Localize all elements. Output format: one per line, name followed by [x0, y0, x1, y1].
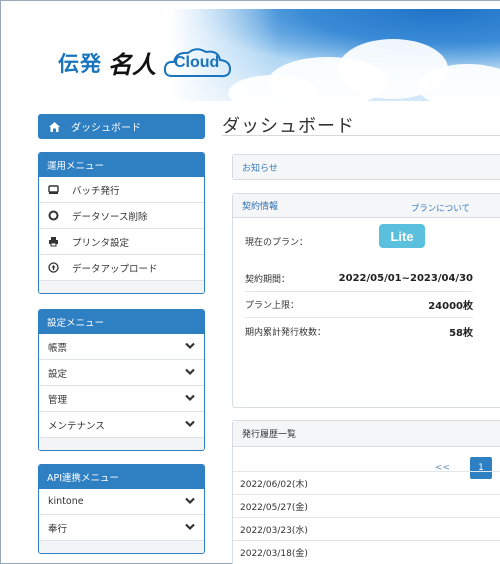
- api-menu-panel: API連携メニュー kintone 奉行: [38, 464, 205, 554]
- contract-period-row: 契約期間： 2022/05/01~2023/04/30: [245, 266, 473, 292]
- notice-title: お知らせ: [233, 155, 500, 179]
- logo-cloud-mark: Cloud: [162, 46, 234, 80]
- issued-count-label: 期内累計発行枚数：: [245, 327, 327, 338]
- sidebar-item-label: データソース削除: [72, 211, 148, 223]
- history-title: 発行履歴一覧: [233, 421, 500, 447]
- sidebar-item-forms[interactable]: 帳票: [39, 334, 204, 360]
- sidebar-item-label: プリンタ設定: [72, 237, 130, 249]
- contract-card: 契約情報 プランについて 現在のプラン： Lite 契約期間： 2022/05/…: [232, 193, 500, 408]
- sidebar-item-label: kintone: [48, 496, 84, 507]
- sidebar-dashboard-button[interactable]: ダッシュボード: [38, 114, 205, 139]
- plan-limit-row: プラン上限： 24000枚: [245, 292, 473, 318]
- history-list: 2022/06/02(木) 2022/05/27(金) 2022/03/23(水…: [233, 471, 500, 563]
- sidebar-item-label: データアップロード: [72, 263, 158, 275]
- logo-den-text: 伝発: [58, 51, 102, 76]
- list-item[interactable]: 2022/03/23(水): [233, 517, 500, 540]
- logo-cloud-text: Cloud: [174, 53, 220, 71]
- operation-menu-panel: 運用メニュー バッチ発行 データソース削除 プリンタ設定 データアップロード: [38, 152, 205, 294]
- contract-period-value: 2022/05/01~2023/04/30: [338, 273, 473, 284]
- chevron-down-icon: [185, 497, 195, 505]
- contract-period-label: 契約期間：: [245, 275, 291, 285]
- chevron-down-icon: [185, 420, 195, 428]
- home-icon: [48, 121, 61, 133]
- settings-menu-title: 設定メニュー: [39, 310, 204, 334]
- sidebar-item-bugyo[interactable]: 奉行: [39, 515, 204, 541]
- current-plan-label: 現在のプラン：: [245, 237, 309, 248]
- title-divider: [222, 135, 500, 136]
- contract-title: 契約情報: [242, 202, 279, 212]
- header-banner: 伝発 名人 Cloud: [38, 9, 500, 101]
- list-item[interactable]: 2022/05/27(金): [233, 494, 500, 517]
- chevron-down-icon: [185, 368, 195, 376]
- plan-badge: Lite: [379, 224, 425, 248]
- chevron-down-icon: [185, 342, 195, 350]
- panel-footer: [39, 438, 204, 450]
- sidebar-dashboard-label: ダッシュボード: [71, 123, 141, 134]
- settings-menu-panel: 設定メニュー 帳票 設定 管理 メンテナンス: [38, 309, 205, 451]
- sidebar-item-batch-issue[interactable]: バッチ発行: [39, 177, 204, 203]
- sidebar-item-label: バッチ発行: [72, 185, 120, 197]
- sidebar-item-label: 帳票: [48, 342, 68, 354]
- chevron-down-icon: [185, 394, 195, 402]
- app-logo[interactable]: 伝発 名人 Cloud: [58, 45, 234, 80]
- panel-footer: [39, 541, 204, 553]
- sidebar-item-maintenance[interactable]: メンテナンス: [39, 412, 204, 438]
- upload-icon: [48, 262, 59, 273]
- plan-about-link[interactable]: プランについて: [411, 202, 470, 214]
- sidebar-item-label: 設定: [48, 368, 68, 380]
- sidebar-item-label: 奉行: [48, 523, 68, 535]
- contract-header: 契約情報 プランについて: [233, 194, 500, 218]
- list-item[interactable]: 2022/06/02(木): [233, 471, 500, 494]
- notice-card: お知らせ: [232, 154, 500, 180]
- issued-count-value: 58枚: [449, 327, 473, 339]
- printer-icon: [48, 236, 59, 247]
- api-menu-title: API連携メニュー: [39, 465, 204, 489]
- sidebar-item-kintone[interactable]: kintone: [39, 489, 204, 515]
- printer-tray-icon: [48, 184, 59, 195]
- sidebar-item-settings[interactable]: 設定: [39, 360, 204, 386]
- issued-count-row: 期内累計発行枚数： 58枚: [245, 318, 473, 344]
- plan-limit-value: 24000枚: [428, 301, 473, 312]
- sidebar-item-label: 管理: [48, 394, 68, 406]
- sidebar-item-data-upload[interactable]: データアップロード: [39, 255, 204, 281]
- logo-meijin-text: 名人: [108, 50, 156, 79]
- plan-limit-label: プラン上限：: [245, 301, 300, 311]
- sidebar-item-datasource-delete[interactable]: データソース削除: [39, 203, 204, 229]
- operation-menu-title: 運用メニュー: [39, 153, 204, 177]
- circle-icon: [48, 210, 59, 221]
- current-plan-row: 現在のプラン：: [245, 228, 473, 254]
- list-item[interactable]: 2022/03/18(金): [233, 540, 500, 563]
- sidebar-item-printer-settings[interactable]: プリンタ設定: [39, 229, 204, 255]
- chevron-down-icon: [185, 523, 195, 531]
- history-card: 発行履歴一覧 << 1 2022/06/02(木) 2022/05/27(金) …: [232, 420, 500, 564]
- panel-footer: [39, 281, 204, 293]
- sidebar-item-label: メンテナンス: [48, 420, 105, 432]
- sidebar-item-admin[interactable]: 管理: [39, 386, 204, 412]
